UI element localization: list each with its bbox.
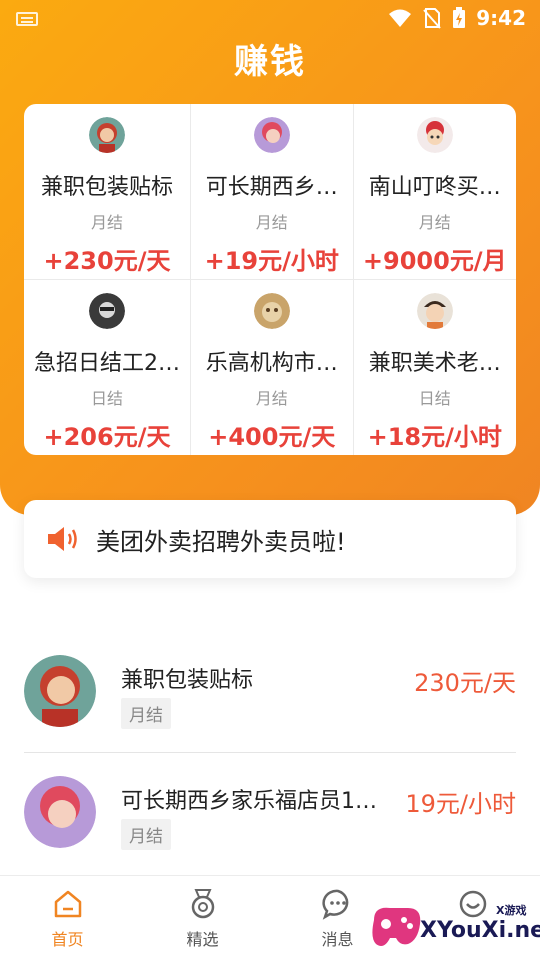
tab-home[interactable]: 首页 (0, 876, 135, 960)
grid-job-settle: 日结 (418, 388, 451, 408)
speaker-icon (48, 527, 77, 551)
status-time: 9:42 (476, 6, 526, 30)
gamepad-logo-icon (372, 907, 421, 946)
grid-job-settle: 月结 (90, 213, 123, 232)
grid-job-settle: 日结 (90, 388, 123, 408)
avatar (89, 292, 125, 329)
grid-job-title: 兼职包装贴标 (40, 175, 173, 200)
grid-job-settle: 月结 (418, 213, 451, 232)
grid-job-pay: +400元/天 (208, 422, 336, 451)
grid-job-title: 乐高机构市… (205, 350, 338, 376)
grid-job-title: 急招日结工2… (34, 350, 180, 376)
grid-job-item[interactable]: 可长期西乡… 月结 +19元/小时 (191, 104, 354, 280)
grid-job-pay: +19元/小时 (204, 247, 339, 275)
announcement-banner[interactable]: 美团外卖招聘外卖员啦! (24, 500, 516, 578)
grid-job-settle: 月结 (255, 213, 288, 232)
featured-jobs-grid: 兼职包装贴标 月结 +230元/天 可长期西乡… 月结 +19元/小时 南山叮咚… (24, 104, 516, 455)
avatar (24, 776, 96, 848)
settle-tag: 月结 (121, 819, 171, 850)
job-list: 兼职包装贴标 月结 230元/天 可长期西乡家乐福店员1… 月结 19元/小时 (0, 632, 540, 874)
tab-label: 精选 (186, 930, 219, 949)
no-sim-icon (423, 8, 441, 29)
grid-job-item[interactable]: 南山叮咚买… 月结 +9000元/月 (353, 104, 516, 280)
medal-icon (191, 889, 214, 919)
job-pay: 230元/天 (414, 669, 516, 697)
grid-job-item[interactable]: 急招日结工2… 日结 +206元/天 (24, 279, 191, 455)
avatar (253, 117, 290, 153)
avatar (89, 117, 125, 153)
grid-job-settle: 月结 (255, 388, 288, 408)
grid-job-item[interactable]: 乐高机构市… 月结 +400元/天 (191, 279, 354, 455)
avatar (416, 117, 453, 153)
grid-job-item[interactable]: 兼职美术老… 日结 +18元/小时 (354, 280, 517, 456)
list-item[interactable]: 可长期西乡家乐福店员1… 月结 19元/小时 (24, 753, 516, 874)
watermark-small-text: X游戏 (496, 904, 527, 917)
settle-tag: 月结 (121, 698, 171, 729)
job-pay: 19元/小时 (405, 790, 516, 818)
grid-job-title: 可长期西乡… (205, 175, 338, 200)
watermark: X游戏 XYouXi.net (368, 898, 540, 956)
tab-featured[interactable]: 精选 (135, 876, 270, 960)
wifi-icon (389, 9, 412, 27)
announcement-text: 美团外卖招聘外卖员啦! (96, 527, 346, 556)
page-title: 赚钱 (234, 42, 306, 82)
grid-job-pay: +230元/天 (43, 247, 171, 275)
grid-job-title: 兼职美术老… (368, 350, 501, 376)
tab-label: 首页 (51, 930, 84, 949)
grid-job-item[interactable]: 兼职包装贴标 月结 +230元/天 (24, 104, 191, 280)
status-bar: 9:42 (0, 0, 540, 36)
job-title: 兼职包装贴标 (121, 668, 254, 693)
grid-job-title: 南山叮咚买… (368, 175, 501, 200)
list-item[interactable]: 兼职包装贴标 月结 230元/天 (24, 632, 516, 753)
watermark-text: XYouXi.net (420, 918, 540, 943)
chat-icon (321, 889, 348, 920)
job-title: 可长期西乡家乐福店员1… (121, 789, 377, 814)
grid-job-pay: +18元/小时 (367, 422, 502, 451)
grid-job-pay: +206元/天 (43, 422, 171, 451)
grid-job-pay: +9000元/月 (362, 247, 507, 275)
keyboard-icon (16, 12, 38, 26)
battery-charging-icon (453, 7, 466, 28)
avatar (416, 292, 453, 329)
home-icon (54, 890, 81, 918)
avatar (253, 292, 290, 329)
avatar (24, 655, 96, 727)
